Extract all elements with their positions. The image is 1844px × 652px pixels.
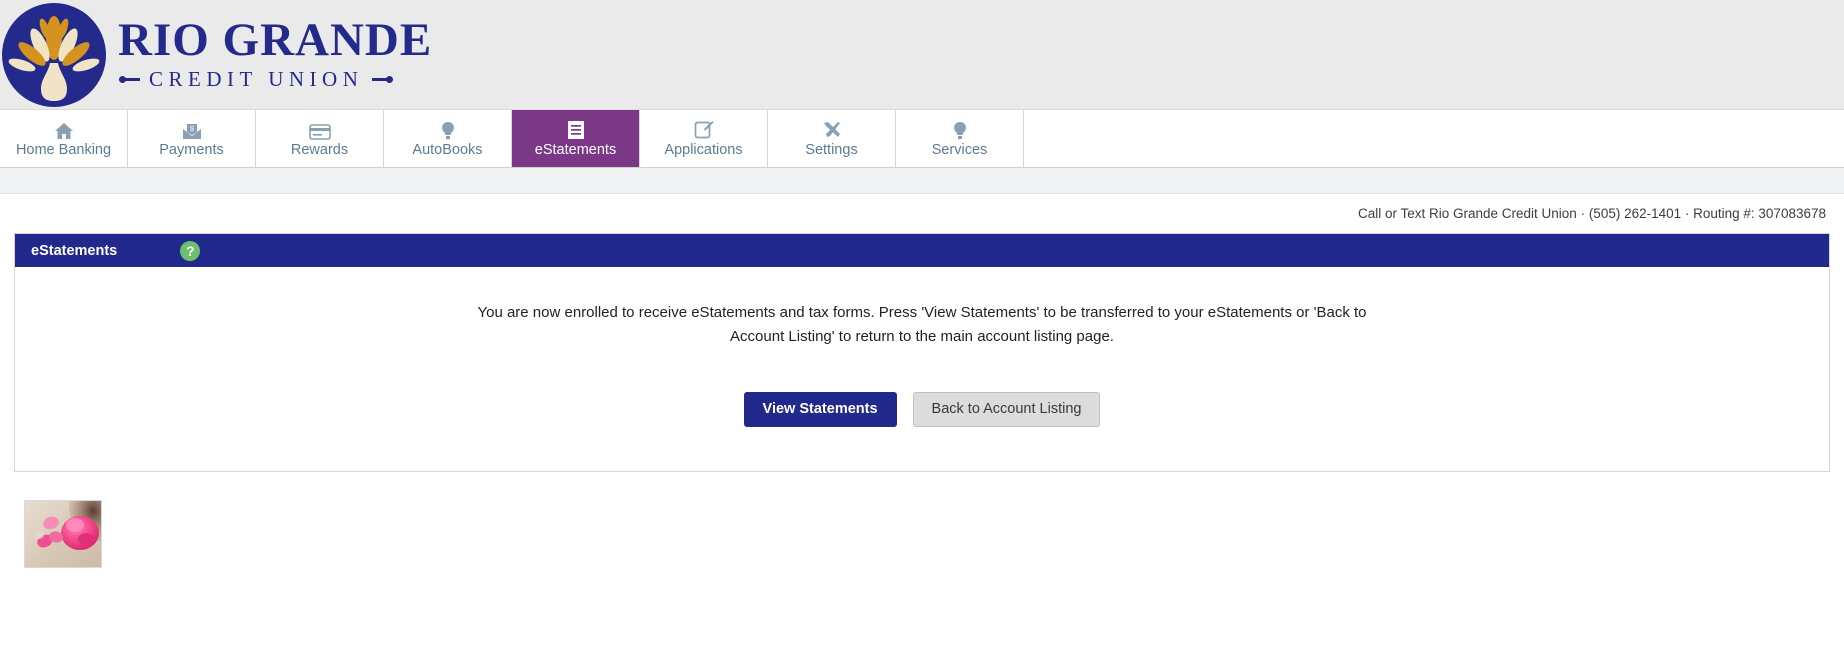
home-icon: [54, 120, 74, 140]
mail-money-icon: $: [182, 120, 202, 140]
tree-logo-icon: [2, 2, 106, 107]
nav-label: Payments: [159, 141, 224, 158]
card-body: You are now enrolled to receive eStateme…: [15, 267, 1829, 471]
nav-item-applications[interactable]: Applications: [640, 110, 768, 167]
promo-thumbnail[interactable]: [24, 499, 102, 568]
brand-name-line1: RIO GRANDE: [118, 14, 433, 67]
nav-label: Applications: [664, 141, 743, 158]
nav-label: Home Banking: [15, 141, 112, 158]
nav-item-settings[interactable]: Settings: [768, 110, 896, 167]
masthead: RIO GRANDE CREDIT UNION: [0, 0, 1844, 110]
ornament-dash-right: [372, 75, 394, 83]
document-icon: [567, 120, 585, 140]
estatements-card: eStatements ? You are now enrolled to re…: [14, 233, 1830, 472]
brand-name-line2: CREDIT UNION: [118, 67, 432, 92]
nav-item-rewards[interactable]: Rewards: [256, 110, 384, 167]
view-statements-button[interactable]: View Statements: [743, 391, 897, 427]
help-icon[interactable]: ?: [180, 240, 201, 261]
card-actions: View Statements Back to Account Listing: [15, 391, 1829, 427]
form-pencil-icon: [694, 120, 714, 140]
nav-label: Rewards: [290, 141, 349, 158]
lightbulb-icon: [953, 120, 967, 140]
brand-name-line2-text: CREDIT UNION: [149, 66, 364, 91]
enrollment-message: You are now enrolled to receive eStateme…: [477, 304, 1367, 346]
flower-petals-image: [25, 500, 101, 567]
tools-icon: [822, 120, 842, 140]
nav-item-payments[interactable]: $ Payments: [128, 110, 256, 167]
card-header: eStatements ?: [15, 234, 1829, 267]
brand-wordmark: RIO GRANDE CREDIT UNION: [118, 14, 433, 92]
back-to-account-listing-button[interactable]: Back to Account Listing: [912, 391, 1101, 427]
nav-item-home-banking[interactable]: Home Banking: [0, 110, 128, 167]
nav-item-estatements[interactable]: eStatements: [512, 110, 640, 167]
lightbulb-icon: [441, 120, 455, 140]
main-navigation: Home Banking $ Payments Rewards AutoBook…: [0, 110, 1844, 168]
sub-navigation-strip: [0, 168, 1844, 194]
nav-label: Services: [931, 141, 988, 158]
nav-label: Settings: [805, 141, 858, 158]
ornament-dash-left: [119, 75, 140, 83]
contact-info-row: Call or Text Rio Grande Credit Union · (…: [0, 194, 1844, 233]
contact-info-text: Call or Text Rio Grande Credit Union · (…: [1357, 206, 1826, 221]
svg-text:$: $: [190, 126, 194, 133]
nav-label: AutoBooks: [412, 141, 483, 158]
card-title: eStatements: [31, 242, 118, 259]
nav-label: eStatements: [534, 141, 617, 158]
footer-area: [0, 499, 1844, 568]
nav-item-autobooks[interactable]: AutoBooks: [384, 110, 512, 167]
credit-card-icon: [308, 120, 331, 140]
page-root: RIO GRANDE CREDIT UNION Home Banking $ P…: [0, 0, 1844, 652]
nav-empty-space: [1024, 110, 1844, 167]
nav-item-services[interactable]: Services: [896, 110, 1024, 167]
brand-logo[interactable]: RIO GRANDE CREDIT UNION: [0, 1, 432, 109]
